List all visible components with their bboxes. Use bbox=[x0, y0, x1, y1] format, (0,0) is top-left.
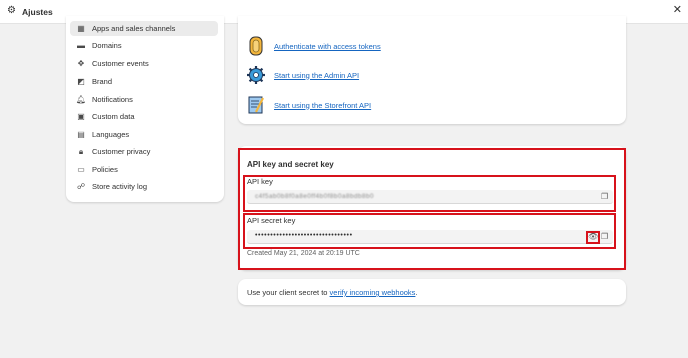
token-icon bbox=[246, 36, 266, 56]
sidebar-item-label: Notifications bbox=[92, 95, 133, 104]
authenticate-access-tokens-link[interactable]: Authenticate with access tokens bbox=[274, 42, 381, 51]
sidebar-item-label: Customer events bbox=[92, 59, 149, 68]
link-row-access-tokens: Authenticate with access tokens bbox=[246, 35, 381, 57]
storefront-api-link[interactable]: Start using the Storefront API bbox=[274, 101, 371, 110]
verify-webhooks-link[interactable]: verify incoming webhooks bbox=[330, 288, 416, 297]
language-icon: ▤ bbox=[77, 129, 85, 139]
api-secret-key-value: •••••••••••••••••••••••••••••••• bbox=[255, 232, 353, 239]
link-row-storefront-api: Start using the Storefront API bbox=[246, 94, 371, 116]
sidebar-item-custom-data[interactable]: ▣ Custom data bbox=[70, 109, 218, 124]
eye-icon: 👁︎ bbox=[588, 232, 599, 241]
sidebar-item-label: Domains bbox=[92, 41, 122, 50]
admin-api-link[interactable]: Start using the Admin API bbox=[274, 71, 359, 80]
lock-icon: 🔒︎ bbox=[78, 146, 84, 156]
api-key-field[interactable]: c4f5ab0b8f0a8e0ff4b0f8b0a8bdb8b0 bbox=[247, 190, 613, 204]
link-row-admin-api: Start using the Admin API bbox=[246, 64, 359, 86]
activity-icon: ☍ bbox=[76, 181, 86, 191]
sidebar-item-customer-privacy[interactable]: 🔒︎ Customer privacy bbox=[70, 144, 218, 159]
sidebar-item-label: Brand bbox=[92, 77, 113, 86]
apps-icon: ▦ bbox=[77, 23, 85, 33]
document-icon: ▭ bbox=[77, 164, 85, 174]
copy-icon[interactable]: ❐ bbox=[601, 193, 608, 201]
api-secret-key-label: API secret key bbox=[247, 216, 296, 225]
webhook-info-text: Use your client secret to verify incomin… bbox=[247, 288, 418, 297]
window-title: Ajustes bbox=[22, 7, 53, 17]
database-icon: ▣ bbox=[77, 111, 85, 121]
pixel-icon: ✥ bbox=[77, 58, 85, 68]
copy-icon[interactable]: ❐ bbox=[601, 233, 608, 241]
sidebar-item-apps[interactable]: ▦ Apps and sales channels bbox=[70, 21, 218, 36]
api-resources-card: Authenticate with access tokens Start us… bbox=[238, 16, 626, 124]
sidebar-item-label: Languages bbox=[92, 130, 130, 139]
close-icon[interactable]: ✕ bbox=[673, 5, 682, 16]
sidebar-item-label: Customer privacy bbox=[92, 147, 151, 156]
sidebar-item-languages[interactable]: ▤ Languages bbox=[70, 127, 218, 142]
settings-sidebar: ▦ Apps and sales channels ▬ Domains ✥ Cu… bbox=[66, 16, 224, 202]
webhook-info-suffix: . bbox=[415, 288, 418, 297]
sidebar-item-store-activity-log[interactable]: ☍ Store activity log bbox=[70, 179, 218, 194]
created-timestamp: Created May 21, 2024 at 20:19 UTC bbox=[247, 250, 360, 257]
api-credentials-title: API key and secret key bbox=[247, 160, 334, 169]
sidebar-item-brand[interactable]: ◩ Brand bbox=[70, 74, 218, 89]
gear-cog-icon bbox=[246, 65, 266, 85]
sidebar-item-label: Store activity log bbox=[92, 182, 148, 191]
reveal-secret-button[interactable]: 👁︎ bbox=[586, 231, 600, 244]
api-secret-key-field[interactable]: •••••••••••••••••••••••••••••••• bbox=[247, 230, 613, 244]
sidebar-item-policies[interactable]: ▭ Policies bbox=[70, 162, 218, 177]
bell-icon: 🔔︎ bbox=[75, 94, 87, 104]
api-key-value: c4f5ab0b8f0a8e0ff4b0f8b0a8bdb8b0 bbox=[255, 193, 374, 200]
sidebar-item-domains[interactable]: ▬ Domains bbox=[70, 38, 218, 53]
webhook-info-prefix: Use your client secret to bbox=[247, 288, 330, 297]
gear-icon: ⚙ bbox=[7, 5, 16, 16]
sidebar-item-label: Policies bbox=[92, 165, 118, 174]
sidebar-item-customer-events[interactable]: ✥ Customer events bbox=[70, 56, 218, 71]
globe-icon: ▬ bbox=[77, 40, 85, 50]
sidebar-item-notifications[interactable]: 🔔︎ Notifications bbox=[70, 92, 218, 107]
sidebar-item-label: Apps and sales channels bbox=[92, 24, 176, 33]
sidebar-item-label: Custom data bbox=[92, 112, 135, 121]
api-key-label: API key bbox=[247, 177, 273, 186]
storefront-icon bbox=[246, 95, 266, 115]
brand-icon: ◩ bbox=[77, 76, 85, 86]
